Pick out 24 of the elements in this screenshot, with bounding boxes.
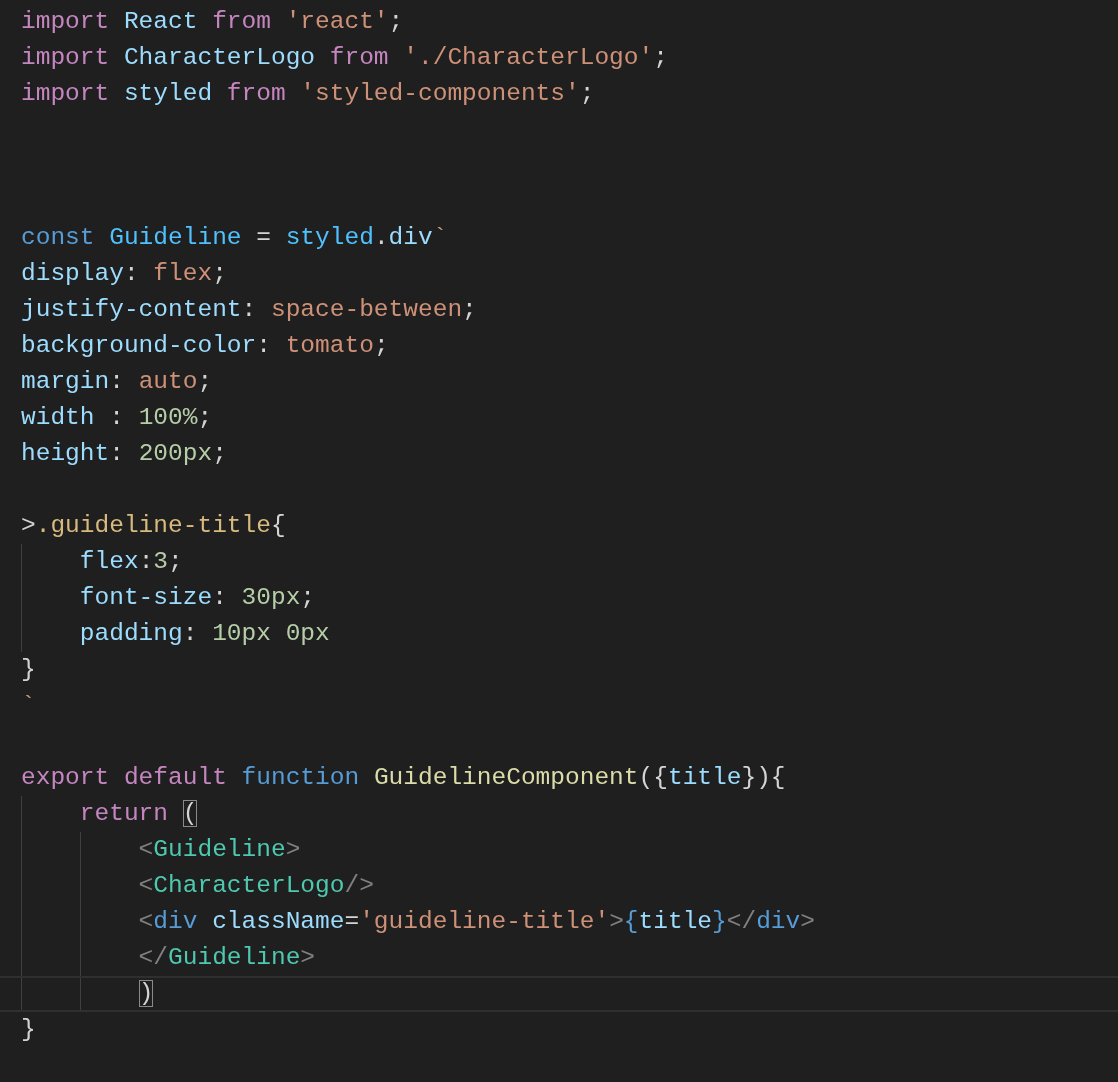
- code-line: <Guideline>: [137, 835, 301, 865]
- code-line: background-color: tomato;: [21, 331, 389, 361]
- code-line: export default function GuidelineComponent({title}){: [21, 763, 786, 793]
- code-line: <CharacterLogo/>: [137, 871, 374, 901]
- code-line: `: [21, 691, 36, 721]
- code-line: width : 100%;: [21, 403, 213, 433]
- code-line: margin: auto;: [21, 367, 213, 397]
- code-line: font-size: 30px;: [78, 583, 316, 613]
- code-line: <div className='guideline-title'>{title}</div>: [137, 907, 815, 937]
- code-line: return (: [78, 799, 198, 829]
- code-line: }: [21, 1015, 36, 1045]
- code-line: </Guideline>: [137, 943, 316, 973]
- code-line: justify-content: space-between;: [21, 295, 477, 325]
- code-line: import styled from 'styled-components';: [21, 79, 595, 109]
- code-line: height: 200px;: [21, 439, 227, 469]
- code-line: display: flex;: [21, 259, 227, 289]
- code-line: }: [21, 655, 36, 685]
- code-line: const Guideline = styled.div`: [21, 223, 448, 253]
- code-line: ): [137, 979, 154, 1009]
- code-line: import React from 'react';: [21, 7, 404, 37]
- code-line: flex:3;: [78, 547, 183, 577]
- code-line: >.guideline-title{: [21, 511, 286, 541]
- code-line: import CharacterLogo from './CharacterLogo';: [21, 43, 668, 73]
- code-line: padding: 10px 0px: [78, 619, 330, 649]
